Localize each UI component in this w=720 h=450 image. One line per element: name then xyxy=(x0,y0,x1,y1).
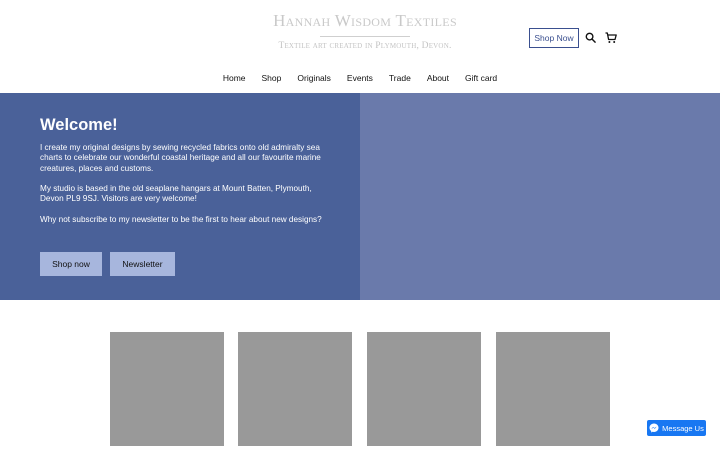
header-shop-now-button[interactable]: Shop Now xyxy=(529,28,579,48)
hero-paragraph-studio: My studio is based in the old seaplane h… xyxy=(40,184,312,204)
messenger-label: Message Us xyxy=(662,423,704,433)
hero-shop-now-button[interactable]: Shop now xyxy=(40,252,102,276)
product-tile[interactable] xyxy=(238,332,352,446)
hero-paragraph-newsletter: Why not subscribe to my newsletter to be… xyxy=(40,215,322,224)
search-button[interactable] xyxy=(584,31,597,44)
site-logo[interactable]: Hannah Wisdom Textiles Textile art creat… xyxy=(270,8,460,51)
hero-newsletter-button[interactable]: Newsletter xyxy=(110,252,175,276)
nav-item-shop[interactable]: Shop xyxy=(254,70,290,86)
logo-divider xyxy=(320,36,410,37)
nav-item-originals[interactable]: Originals xyxy=(289,70,339,86)
cart-icon xyxy=(605,31,617,43)
product-tile[interactable] xyxy=(367,332,481,446)
messenger-icon xyxy=(649,423,659,433)
hero-paragraph-intro: I create my original designs by sewing r… xyxy=(40,143,321,173)
hero-heading: Welcome! xyxy=(40,116,118,134)
nav-item-gift-card[interactable]: Gift card xyxy=(457,70,505,86)
cart-button[interactable] xyxy=(604,31,617,44)
main-nav: Home Shop Originals Events Trade About G… xyxy=(0,70,720,86)
hero-text-panel: Welcome! I create my original designs by… xyxy=(0,93,360,300)
product-tile[interactable] xyxy=(496,332,610,446)
messenger-chat-button[interactable]: Message Us xyxy=(647,420,706,436)
product-tile[interactable] xyxy=(110,332,224,446)
search-icon xyxy=(585,32,596,43)
hero-section: Welcome! I create my original designs by… xyxy=(0,93,720,300)
nav-item-trade[interactable]: Trade xyxy=(381,70,419,86)
nav-item-home[interactable]: Home xyxy=(215,70,254,86)
site-header: Hannah Wisdom Textiles Textile art creat… xyxy=(0,0,720,93)
nav-item-about[interactable]: About xyxy=(419,70,457,86)
hero-image-panel xyxy=(360,93,720,300)
logo-tagline: Textile art created in Plymouth, Devon. xyxy=(278,41,452,51)
logo-title: Hannah Wisdom Textiles xyxy=(273,11,457,30)
nav-item-events[interactable]: Events xyxy=(339,70,381,86)
